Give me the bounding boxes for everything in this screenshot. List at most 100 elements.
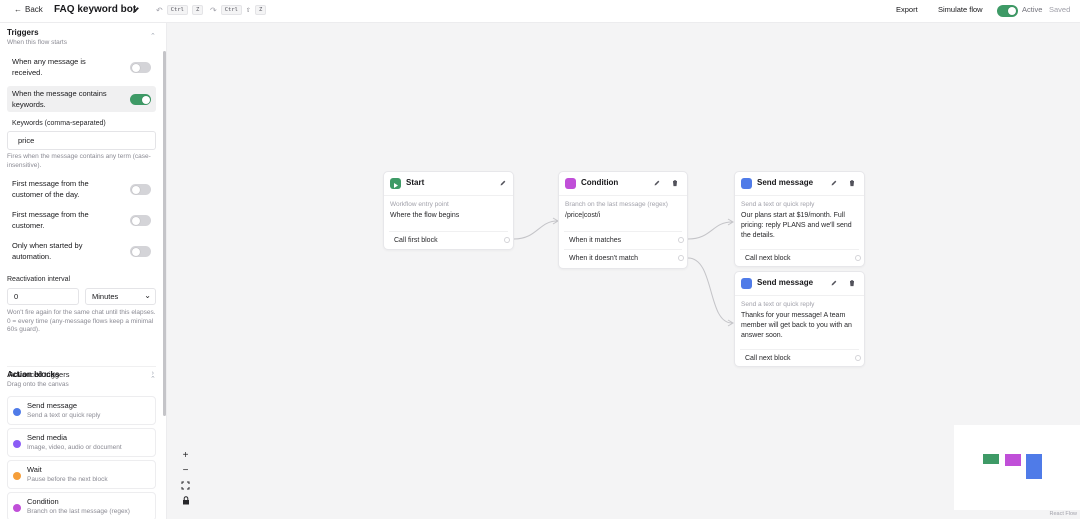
action-blocks-subtitle: Drag onto the canvas [7, 381, 69, 388]
export-button[interactable]: Export [896, 5, 918, 14]
output-handle[interactable] [855, 355, 861, 361]
triggers-title: Triggers [7, 28, 39, 37]
node-divider [384, 195, 513, 196]
node-send-message-1[interactable]: Send message Send a text or quick reply … [734, 171, 865, 267]
reactivation-help: Won't fire again for the same chat until… [7, 309, 156, 333]
lock-icon [182, 496, 189, 505]
canvas-controls: + − [179, 449, 192, 507]
edge-condition-send1 [687, 221, 733, 240]
trigger-label: First message from the customer of the d… [12, 179, 89, 199]
arrow-left-icon: ← [14, 5, 22, 14]
node-title: Condition [581, 178, 619, 187]
undo-key-ctrl: Ctrl [166, 5, 188, 15]
back-button[interactable]: ← Back [14, 5, 43, 14]
node-divider [735, 295, 864, 296]
trash-icon[interactable] [848, 279, 856, 287]
node-start[interactable]: Start Workflow entry point Where the flo… [383, 171, 514, 250]
sidebar-scrollbar[interactable] [163, 51, 166, 416]
action-block-wait[interactable]: Wait Pause before the next block [7, 460, 156, 489]
zoom-out-button[interactable]: − [179, 464, 192, 477]
trigger-keywords[interactable]: When the message contains keywords. [7, 86, 156, 112]
action-block-condition[interactable]: Condition Branch on the last message (re… [7, 492, 156, 519]
edge-start-condition [513, 220, 558, 240]
node-body: Thanks for your message! A team member w… [741, 312, 852, 339]
keywords-input[interactable]: price [7, 131, 156, 150]
reactivation-unit-select[interactable]: Minutes ⌄ [85, 288, 156, 305]
port-when-matches[interactable]: When it matches [564, 231, 684, 248]
trigger-automation-toggle[interactable] [130, 246, 151, 257]
reactivation-unit: Minutes [92, 292, 119, 301]
trigger-first-of-day[interactable]: First message from the customer of the d… [7, 177, 156, 202]
condition-icon [565, 178, 576, 189]
edit-title-icon[interactable] [131, 5, 141, 15]
active-toggle-knob [1008, 7, 1016, 15]
trigger-first-of-day-toggle[interactable] [130, 184, 151, 195]
node-condition[interactable]: Condition Branch on the last message (re… [558, 171, 688, 269]
simulate-flow-button[interactable]: Simulate flow [938, 5, 983, 14]
send-message-icon [741, 178, 752, 189]
collapse-triggers-icon[interactable]: ⌃ [150, 32, 156, 40]
zoom-in-button[interactable]: + [179, 449, 192, 462]
trigger-automation[interactable]: Only when started by automation. [7, 239, 156, 264]
output-handle[interactable] [504, 237, 510, 243]
redo-key-z: Z [254, 5, 267, 15]
fit-view-button[interactable] [179, 479, 192, 492]
action-block-send-media[interactable]: Send media Image, video, audio or docume… [7, 428, 156, 457]
redo-button[interactable]: ↷ Ctrl ⇧ Z [210, 5, 267, 15]
redo-key-shift: ⇧ [245, 7, 251, 14]
start-icon [390, 178, 401, 189]
node-title: Start [406, 178, 425, 187]
port-label: Call next block [745, 354, 791, 362]
port-when-no-match[interactable]: When it doesn't match [564, 249, 684, 266]
play-icon [394, 183, 398, 188]
node-subtitle: Send a text or quick reply [741, 301, 815, 308]
fit-view-icon [181, 481, 190, 490]
redo-icon: ↷ [210, 5, 217, 15]
react-flow-attribution[interactable]: React Flow [1049, 511, 1077, 517]
edges-layer [513, 217, 734, 327]
trash-icon[interactable] [671, 179, 679, 187]
action-block-subtitle: Send a text or quick reply [27, 412, 101, 419]
node-subtitle: Send a text or quick reply [741, 201, 815, 208]
trigger-first-message[interactable]: First message from the customer. [7, 208, 156, 233]
action-block-title: Send media [27, 433, 68, 442]
trigger-first-message-toggle[interactable] [130, 215, 151, 226]
trigger-label: First message from the customer. [12, 210, 89, 230]
action-block-subtitle: Pause before the next block [27, 476, 108, 483]
edit-node-icon[interactable] [830, 179, 838, 187]
reactivation-value-input[interactable]: 0 [7, 288, 79, 305]
trigger-any-message-toggle[interactable] [130, 62, 151, 73]
trigger-any-message[interactable]: When any message is received. [7, 55, 156, 80]
port-call-next-block[interactable]: Call next block [740, 249, 861, 266]
flow-canvas[interactable]: Start Workflow entry point Where the flo… [167, 23, 1080, 519]
output-handle[interactable] [678, 255, 684, 261]
wait-icon [13, 472, 21, 480]
active-toggle[interactable] [997, 5, 1018, 17]
output-handle[interactable] [678, 237, 684, 243]
node-send-message-2[interactable]: Send message Send a text or quick reply … [734, 271, 865, 367]
edit-node-icon[interactable] [830, 279, 838, 287]
minimap-node-condition [1005, 454, 1021, 466]
trigger-keywords-toggle[interactable] [130, 94, 151, 105]
port-label: Call first block [394, 236, 438, 244]
active-label: Active [1022, 5, 1043, 14]
edit-node-icon[interactable] [499, 179, 507, 187]
action-block-send-message[interactable]: Send message Send a text or quick reply [7, 396, 156, 425]
edit-node-icon[interactable] [653, 179, 661, 187]
node-body: Where the flow begins [390, 212, 460, 219]
port-call-first-block[interactable]: Call first block [389, 231, 510, 248]
collapse-actions-icon[interactable]: ⌃ [150, 375, 156, 383]
trigger-label: When the message contains keywords. [12, 89, 107, 109]
trigger-label: Only when started by automation. [12, 241, 83, 261]
edge-condition-send2 [687, 257, 733, 324]
top-bar: ← Back FAQ keyword bot ↶ Ctrl Z ↷ Ctrl ⇧… [0, 0, 1080, 23]
sidebar: Triggers When this flow starts ⌃ When an… [0, 23, 167, 519]
lock-button[interactable] [179, 494, 192, 507]
undo-icon: ↶ [156, 5, 163, 15]
output-handle[interactable] [855, 255, 861, 261]
trash-icon[interactable] [848, 179, 856, 187]
minimap[interactable] [954, 425, 1080, 510]
undo-button[interactable]: ↶ Ctrl Z [156, 5, 204, 15]
port-call-next-block[interactable]: Call next block [740, 349, 861, 366]
send-message-icon [741, 278, 752, 289]
